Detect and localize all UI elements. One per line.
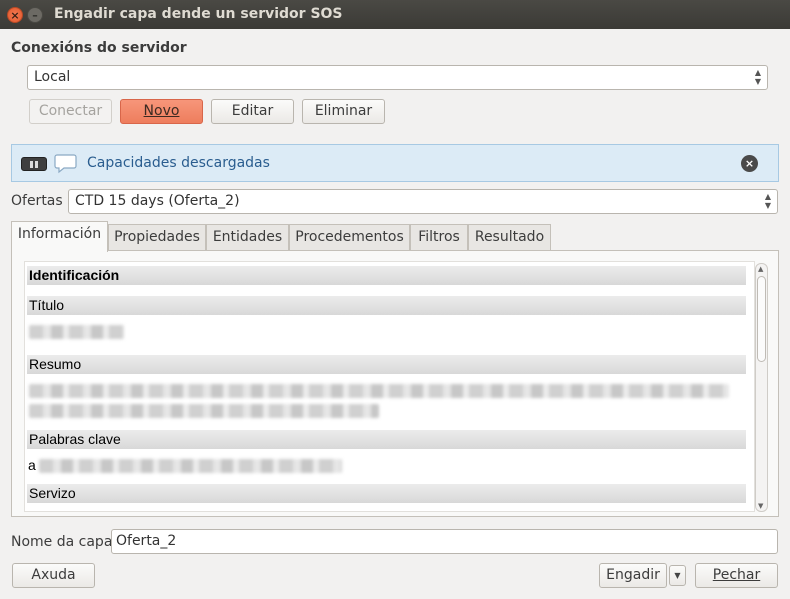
section-abstract: Resumo bbox=[27, 355, 746, 374]
message-text: Capacidades descargadas bbox=[87, 155, 270, 171]
information-panel: Identificación Título Resumo Palabras cl… bbox=[11, 250, 779, 517]
edit-button[interactable]: Editar bbox=[211, 99, 294, 124]
connection-select[interactable]: Local ▲ ▼ bbox=[27, 65, 768, 90]
tab-procedures-label: Procedementos bbox=[295, 229, 404, 245]
section-identification: Identificación bbox=[27, 266, 746, 285]
tab-filters[interactable]: Filtros bbox=[410, 224, 468, 251]
tab-properties-label: Propiedades bbox=[114, 229, 200, 245]
server-connections-title: Conexións do servidor bbox=[11, 40, 187, 56]
tab-features[interactable]: Entidades bbox=[206, 224, 289, 251]
tab-properties[interactable]: Propiedades bbox=[108, 224, 206, 251]
vertical-scrollbar[interactable]: ▲ ▼ bbox=[755, 263, 768, 512]
connection-select-value: Local bbox=[34, 69, 71, 85]
remove-button[interactable]: Eliminar bbox=[302, 99, 385, 124]
keywords-prefix: a bbox=[28, 457, 36, 473]
add-button-label: Engadir bbox=[606, 567, 660, 583]
close-icon[interactable]: × bbox=[741, 155, 758, 172]
tab-filters-label: Filtros bbox=[418, 229, 460, 245]
edit-button-label: Editar bbox=[231, 103, 274, 119]
tab-features-label: Entidades bbox=[212, 229, 283, 245]
tab-information-label: Información bbox=[17, 226, 102, 242]
select-arrows-icon: ▲ ▼ bbox=[754, 68, 761, 86]
select-arrows-icon: ▲ ▼ bbox=[764, 192, 771, 210]
offerings-select[interactable]: CTD 15 days (Oferta_2) ▲ ▼ bbox=[68, 189, 778, 214]
redacted-abstract-line bbox=[29, 384, 729, 398]
pause-icon[interactable] bbox=[21, 157, 47, 171]
section-title: Título bbox=[27, 296, 746, 315]
close-button-label: Pechar bbox=[712, 567, 761, 583]
tab-procedures[interactable]: Procedementos bbox=[289, 224, 410, 251]
offerings-select-value: CTD 15 days (Oferta_2) bbox=[75, 193, 240, 209]
section-keywords: Palabras clave bbox=[27, 430, 746, 449]
layer-name-label: Nome da capa bbox=[11, 534, 113, 550]
redacted-keywords bbox=[39, 459, 342, 473]
tab-result-label: Resultado bbox=[474, 229, 545, 245]
remove-button-label: Eliminar bbox=[314, 103, 373, 119]
tab-result[interactable]: Resultado bbox=[468, 224, 551, 251]
redacted-abstract-line bbox=[29, 404, 379, 418]
tab-information[interactable]: Información bbox=[11, 221, 108, 252]
keywords-value: a bbox=[25, 457, 754, 475]
new-button[interactable]: Novo bbox=[120, 99, 203, 124]
speech-bubble-icon bbox=[54, 154, 77, 174]
help-button[interactable]: Axuda bbox=[12, 563, 95, 588]
add-dropdown-chevron-icon[interactable]: ▼ bbox=[669, 565, 686, 586]
window-title: Engadir capa dende un servidor SOS bbox=[54, 6, 343, 22]
connect-button-label: Conectar bbox=[38, 103, 103, 119]
window-close-icon[interactable]: × bbox=[7, 7, 23, 23]
scroll-up-icon[interactable]: ▲ bbox=[758, 265, 763, 273]
section-service: Servizo bbox=[27, 484, 746, 503]
information-content: Identificación Título Resumo Palabras cl… bbox=[24, 261, 755, 512]
help-button-label: Axuda bbox=[31, 567, 76, 583]
redacted-title-value bbox=[29, 325, 124, 339]
scroll-down-icon[interactable]: ▼ bbox=[758, 502, 763, 510]
new-button-label: Novo bbox=[143, 103, 180, 119]
offerings-label: Ofertas bbox=[11, 193, 63, 209]
title-bar: × – Engadir capa dende un servidor SOS bbox=[0, 0, 790, 29]
connect-button[interactable]: Conectar bbox=[29, 99, 112, 124]
layer-name-value: Oferta_2 bbox=[116, 533, 177, 549]
add-button[interactable]: Engadir bbox=[599, 563, 667, 588]
close-button[interactable]: Pechar bbox=[695, 563, 778, 588]
layer-name-input[interactable]: Oferta_2 bbox=[111, 529, 778, 554]
window-minimize-icon[interactable]: – bbox=[27, 7, 43, 23]
message-bar: Capacidades descargadas × bbox=[11, 144, 779, 182]
scrollbar-thumb[interactable] bbox=[757, 276, 766, 362]
